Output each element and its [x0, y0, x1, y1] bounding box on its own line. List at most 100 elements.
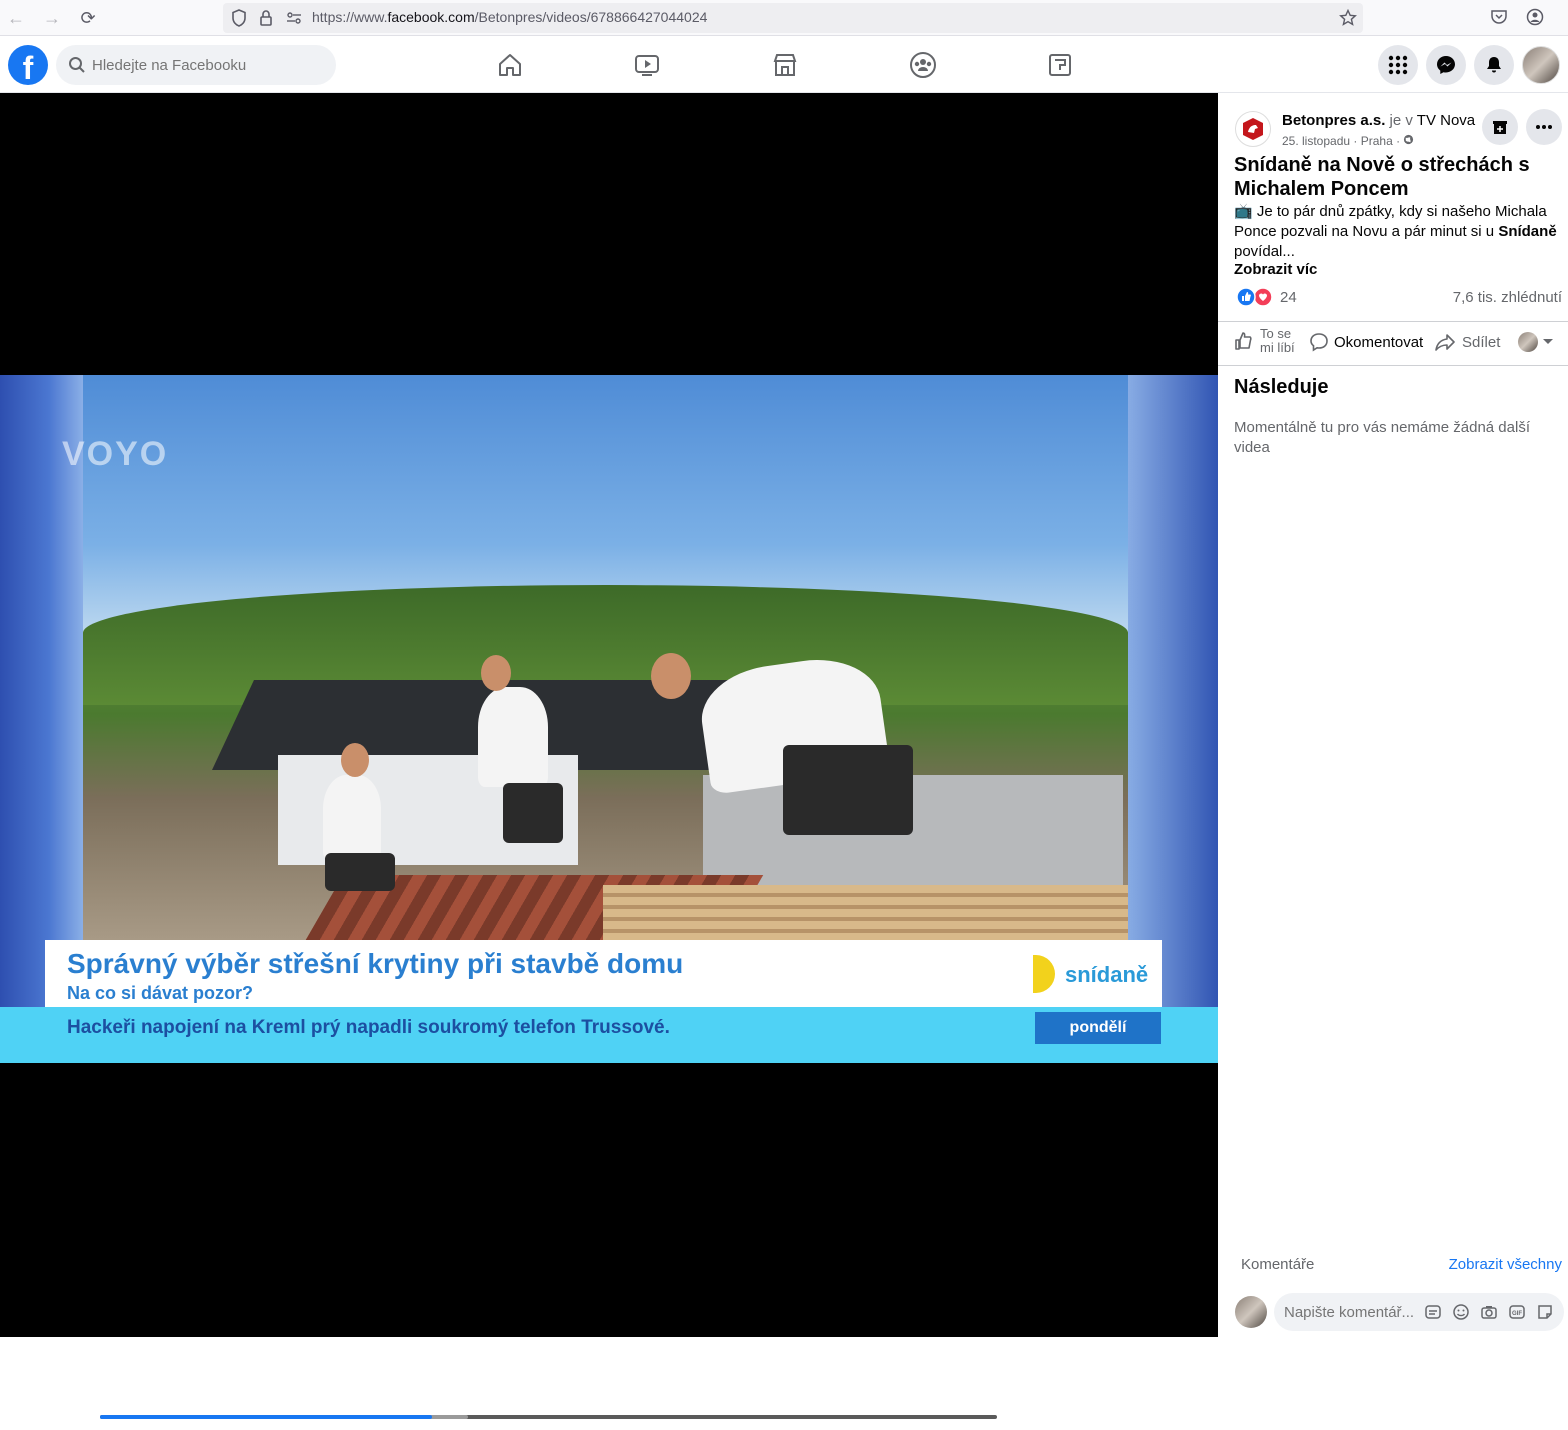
comment-input[interactable]: [1284, 1293, 1419, 1331]
caret-down-icon: [1543, 339, 1553, 344]
video-time: 3:16 / 8:55: [33, 1410, 92, 1424]
gif-icon[interactable]: GIF: [1508, 1303, 1526, 1321]
search-input[interactable]: [92, 45, 327, 85]
captions-icon[interactable]: [1014, 1407, 1034, 1427]
worker-middle-shorts: [503, 783, 563, 843]
ticker-text: Hackeři napojení na Kreml prý napadli so…: [67, 1017, 670, 1038]
snidane-logo-icon: [1033, 955, 1055, 993]
see-more-link[interactable]: Zobrazit víc: [1234, 261, 1317, 278]
worker-middle: [478, 687, 548, 787]
settings-gear-icon[interactable]: [1058, 1407, 1078, 1427]
progress-bar[interactable]: [100, 1415, 997, 1419]
worker-left: [323, 775, 381, 860]
like-love-reaction-icon: [1236, 287, 1273, 307]
emoji-icon[interactable]: [1452, 1303, 1470, 1321]
view-count: 7,6 tis. zhlédnutí: [1452, 289, 1562, 306]
worker-right-head: [651, 653, 691, 699]
show-all-comments-link[interactable]: Zobrazit všechny: [1449, 1256, 1562, 1273]
permissions-icon[interactable]: [286, 10, 302, 26]
browser-toolbar: ← → ⟳ https://www.facebook.com/Betonpres…: [0, 0, 1568, 36]
home-icon: [499, 54, 521, 76]
lower-third-subtitle: Na co si dávat pozor?: [67, 983, 254, 1003]
fullscreen-icon[interactable]: [1144, 1408, 1162, 1426]
page-name[interactable]: Betonpres a.s.: [1282, 112, 1385, 129]
sticker-icon[interactable]: [1536, 1303, 1554, 1321]
account-icon[interactable]: [1526, 8, 1544, 26]
search-box[interactable]: [56, 45, 336, 85]
miniplayer-icon[interactable]: [1100, 1407, 1122, 1427]
post-body-bold: Snídaně: [1498, 223, 1557, 240]
reload-icon[interactable]: ⟳: [76, 6, 100, 30]
page-avatar[interactable]: [1235, 111, 1271, 147]
comment-button[interactable]: Okomentovat: [1309, 332, 1423, 352]
messenger-button[interactable]: [1426, 45, 1466, 85]
menu-button[interactable]: [1378, 45, 1418, 85]
post-author-line: Betonpres a.s. je v TV Nova: [1282, 112, 1475, 129]
like-label-line1: To se: [1260, 326, 1292, 341]
pocket-icon[interactable]: [1490, 8, 1508, 26]
post-sidebar: Betonpres a.s. je v TV Nova 25. listopad…: [1218, 93, 1568, 1337]
archive-add-icon: [1493, 121, 1507, 134]
timber-stack: [603, 885, 1128, 940]
save-post-button[interactable]: [1482, 109, 1518, 145]
post-meta: 25. listopadu · Praha ·: [1282, 134, 1414, 148]
post-date[interactable]: 25. listopadu · Praha ·: [1282, 134, 1400, 148]
nav-marketplace[interactable]: [750, 37, 820, 93]
play-icon[interactable]: [7, 1408, 21, 1424]
reaction-count[interactable]: 24: [1280, 289, 1297, 306]
commenter-avatar[interactable]: [1235, 1296, 1267, 1328]
share-arrow-icon: [1435, 334, 1455, 351]
profile-avatar[interactable]: [1522, 46, 1560, 84]
video-still: [83, 375, 1128, 940]
forward-icon[interactable]: →: [40, 6, 64, 30]
more-options-button[interactable]: [1526, 109, 1562, 145]
nav-groups[interactable]: [888, 37, 958, 93]
volume-icon[interactable]: [1180, 1407, 1196, 1427]
url-text: https://www.facebook.com/Betonpres/video…: [312, 9, 707, 25]
section-divider: [1218, 365, 1568, 366]
worker-left-shorts: [325, 853, 395, 891]
post-body: 📺 Je to pár dnů zpátky, kdy si našeho Mi…: [1234, 202, 1560, 262]
comments-label: Komentáře: [1241, 1256, 1315, 1273]
search-icon: [69, 57, 85, 73]
bell-icon: [1487, 57, 1501, 73]
worker-middle-head: [481, 655, 511, 691]
notifications-button[interactable]: [1474, 45, 1514, 85]
svg-text:GIF: GIF: [1512, 1311, 1522, 1317]
nav-watch[interactable]: [612, 37, 682, 93]
ticker-day: pondělí: [1035, 1012, 1161, 1044]
back-icon[interactable]: ←: [4, 6, 28, 30]
lower-third-title: Správný výběr střešní krytiny při stavbě…: [67, 948, 684, 979]
messenger-icon: [1437, 56, 1455, 74]
up-next-title: Následuje: [1234, 376, 1329, 398]
like-label-line2: mi líbí: [1260, 340, 1295, 355]
like-button[interactable]: To se mi líbí: [1234, 327, 1295, 355]
video-frame: VOYO Správný výběr střešní krytiny při s…: [0, 375, 1218, 1063]
news-ticker: Hackeři napojení na Kreml prý napadli so…: [0, 1007, 1218, 1063]
more-dots-icon: [1536, 125, 1552, 129]
share-button[interactable]: Sdílet: [1435, 332, 1500, 352]
groups-icon: [910, 52, 936, 78]
gaming-icon: [1049, 54, 1071, 76]
camera-icon[interactable]: [1480, 1303, 1498, 1321]
reaction-icons[interactable]: [1236, 287, 1276, 307]
video-player[interactable]: VOYO Správný výběr střešní krytiny při s…: [0, 93, 1218, 1426]
nav-gaming[interactable]: [1025, 37, 1095, 93]
facebook-logo[interactable]: f: [8, 45, 48, 85]
post-as-selector[interactable]: [1518, 332, 1554, 352]
progress-fill: [100, 1415, 432, 1419]
bookmark-star-icon[interactable]: [1339, 9, 1357, 27]
grid-menu-icon: [1388, 55, 1408, 75]
avatar-sticker-icon[interactable]: [1424, 1303, 1442, 1321]
shield-icon: [232, 9, 246, 27]
facebook-header: f: [0, 37, 1568, 93]
nav-home[interactable]: [475, 37, 545, 93]
lock-icon: [260, 10, 272, 26]
selector-avatar: [1518, 332, 1538, 352]
location-name[interactable]: TV Nova: [1417, 112, 1475, 129]
post-actions: To se mi líbí Okomentovat Sdílet: [1218, 321, 1568, 363]
url-prefix: https://www.: [312, 9, 388, 25]
up-next-empty: Momentálně tu pro vás nemáme žádná další…: [1234, 419, 1530, 456]
share-label: Sdílet: [1462, 333, 1501, 351]
comment-box[interactable]: GIF: [1274, 1293, 1564, 1331]
